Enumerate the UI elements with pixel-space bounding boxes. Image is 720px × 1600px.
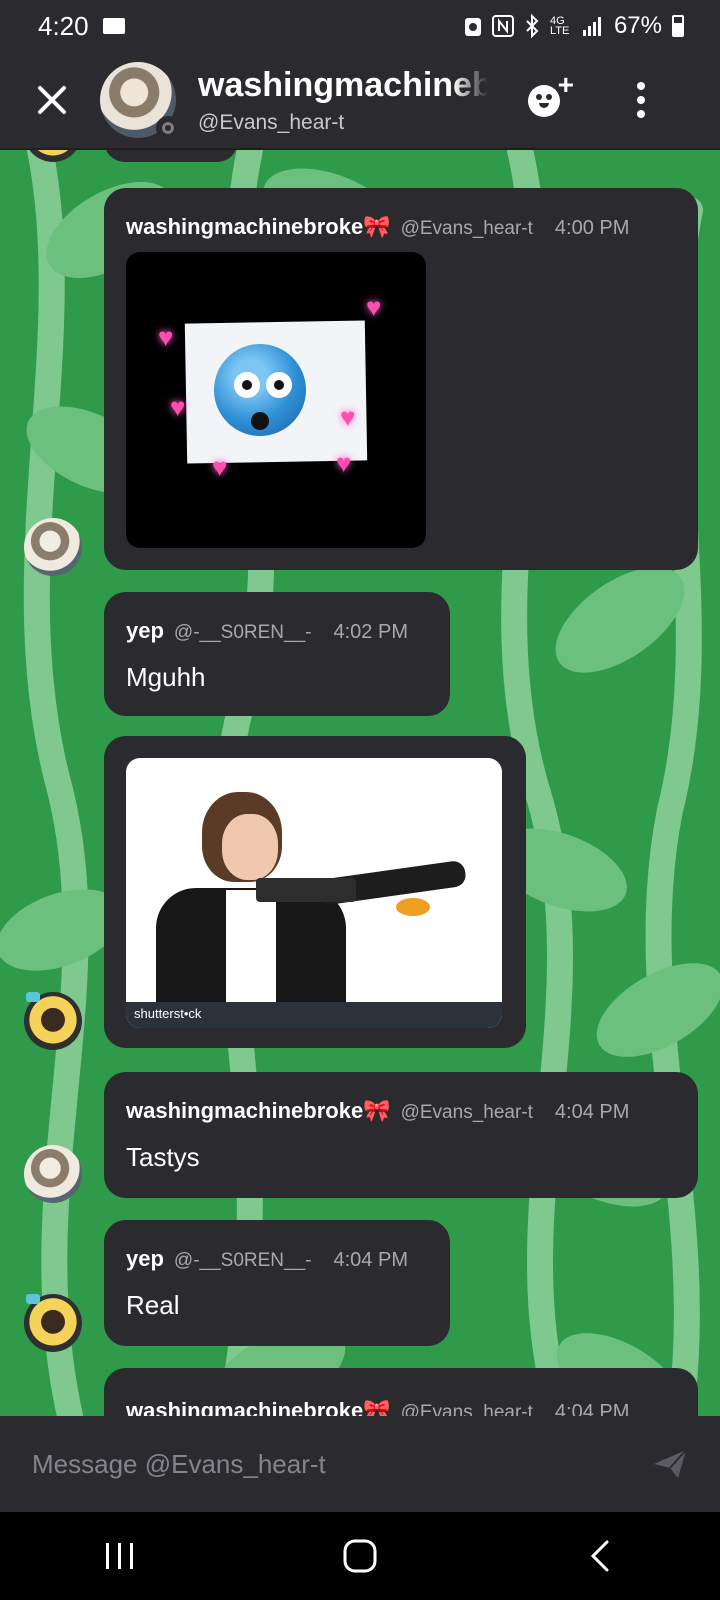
battery-percent: 67%: [613, 12, 662, 39]
author-handle: @-__S0REN__-: [173, 622, 312, 643]
bow-icon: [26, 1294, 40, 1304]
recents-icon: [106, 1543, 133, 1569]
status-left: 4:20: [38, 11, 125, 42]
dot-icon: [637, 110, 645, 118]
message-header: washingmachinebroke 🎀 @Evans_hear-t 4:00 …: [126, 214, 629, 240]
message-text: Tastys: [126, 1142, 200, 1172]
heart-icon: ♥: [336, 448, 352, 478]
heart-icon: ♥: [340, 402, 356, 432]
message-header: washingmachinebroke 🎀 @Evans_hear-t 4:04 …: [126, 1398, 629, 1416]
message-input[interactable]: [30, 1447, 650, 1481]
emoji-mouth: [251, 412, 269, 430]
close-icon: [38, 86, 66, 114]
message-card[interactable]: yep @-__S0REN__- 4:04 PM Real: [104, 1220, 450, 1346]
bluetooth-icon: [526, 14, 539, 38]
message-card[interactable]: washingmachinebroke 🎀 @Evans_hear-t 4:00 …: [104, 188, 698, 570]
send-icon[interactable]: [650, 1444, 690, 1484]
message-time: 4:02 PM: [333, 621, 408, 643]
author-name[interactable]: washingmachinebroke: [126, 1398, 363, 1416]
message-image[interactable]: shutterst•ck: [126, 758, 502, 1028]
system-nav-bar: [0, 1512, 720, 1600]
status-right: 4G LTE 67%: [464, 12, 684, 40]
author-name[interactable]: yep: [126, 1246, 164, 1272]
back-button[interactable]: [560, 1526, 640, 1586]
home-icon: [343, 1539, 377, 1573]
person-shirt: [226, 890, 276, 1008]
status-time: 4:20: [38, 10, 89, 41]
recents-button[interactable]: [80, 1526, 160, 1586]
watermark-text: shutterst•ck: [134, 1006, 202, 1021]
message-time: 4:04 PM: [554, 1101, 630, 1123]
author-handle: @Evans_hear-t: [400, 218, 533, 239]
partial-message-top: [104, 150, 238, 162]
bow-icon: [26, 992, 40, 1002]
dot-icon: [637, 82, 645, 90]
add-friend-button[interactable]: +: [524, 69, 574, 125]
message-card[interactable]: shutterst•ck: [104, 736, 526, 1048]
sender-avatar[interactable]: [24, 1145, 82, 1203]
bow-emoji: 🎀: [363, 1098, 391, 1123]
heart-icon: ♥: [158, 322, 174, 352]
message-time: 4:00 PM: [554, 217, 630, 239]
goldfish-icon: [396, 898, 430, 916]
nfc-icon: [491, 15, 514, 37]
back-icon: [590, 1540, 609, 1572]
author-handle: @Evans_hear-t: [400, 1402, 533, 1416]
close-button[interactable]: [22, 70, 82, 130]
heart-icon: ♥: [170, 392, 186, 422]
author-name[interactable]: washingmachinebroke: [126, 214, 363, 240]
message-input-bar: [0, 1416, 720, 1512]
message-text: Mguhh: [126, 662, 206, 692]
heart-icon: ♥: [366, 292, 382, 322]
header-avatar[interactable]: [100, 62, 180, 140]
message-time: 4:04 PM: [333, 1249, 408, 1271]
message-text: Real: [126, 1290, 180, 1320]
emoji-eye: [234, 372, 260, 398]
bow-emoji: 🎀: [363, 1398, 391, 1416]
author-name[interactable]: yep: [126, 618, 164, 644]
message-header: yep @-__S0REN__- 4:04 PM: [126, 1246, 408, 1272]
add-friend-icon: [528, 85, 560, 117]
chat-header: washingmachinebroke @Evans_hear-t +: [0, 52, 720, 150]
battery-icon: [672, 15, 684, 37]
author-name[interactable]: washingmachinebroke: [126, 1098, 363, 1124]
author-handle: @Evans_hear-t: [400, 1102, 533, 1123]
author-handle: @-__S0REN__-: [173, 1250, 312, 1271]
message-image[interactable]: ♥ ♥ ♥ ♥ ♥ ♥: [126, 252, 426, 548]
message-header: yep @-__S0REN__- 4:02 PM: [126, 618, 408, 644]
network-type: 4G LTE: [549, 15, 570, 37]
chat-area[interactable]: washingmachinebroke 🎀 @Evans_hear-t 4:00 …: [0, 150, 720, 1416]
message-card[interactable]: washingmachinebroke 🎀 @Evans_hear-t 4:04 …: [104, 1072, 698, 1198]
gun-icon: [256, 878, 356, 902]
header-title: washingmachinebroke: [198, 65, 488, 104]
status-bar: 4:20 4G LTE 67%: [0, 0, 720, 52]
person-face: [222, 814, 278, 880]
folder-icon: [102, 18, 125, 34]
plus-icon: +: [557, 69, 574, 100]
recycle-icon: [464, 18, 481, 36]
more-options-button[interactable]: [626, 75, 656, 125]
message-card[interactable]: yep @-__S0REN__- 4:02 PM Mguhh: [104, 592, 450, 716]
heart-icon: ♥: [212, 452, 228, 482]
dot-icon: [637, 96, 645, 104]
bow-emoji: 🎀: [363, 214, 391, 239]
header-text[interactable]: washingmachinebroke @Evans_hear-t: [198, 66, 488, 135]
signal-icon: [582, 17, 601, 36]
sender-avatar[interactable]: [24, 518, 82, 576]
message-header: washingmachinebroke 🎀 @Evans_hear-t 4:04 …: [126, 1098, 629, 1124]
header-subtitle: @Evans_hear-t: [198, 110, 345, 134]
stock-watermark: shutterst•ck: [126, 1002, 502, 1028]
emoji-eye: [266, 372, 292, 398]
home-button[interactable]: [320, 1526, 400, 1586]
message-card-partial[interactable]: washingmachinebroke 🎀 @Evans_hear-t 4:04 …: [104, 1368, 698, 1416]
message-time: 4:04 PM: [554, 1401, 630, 1416]
offline-status-icon: [156, 116, 180, 140]
